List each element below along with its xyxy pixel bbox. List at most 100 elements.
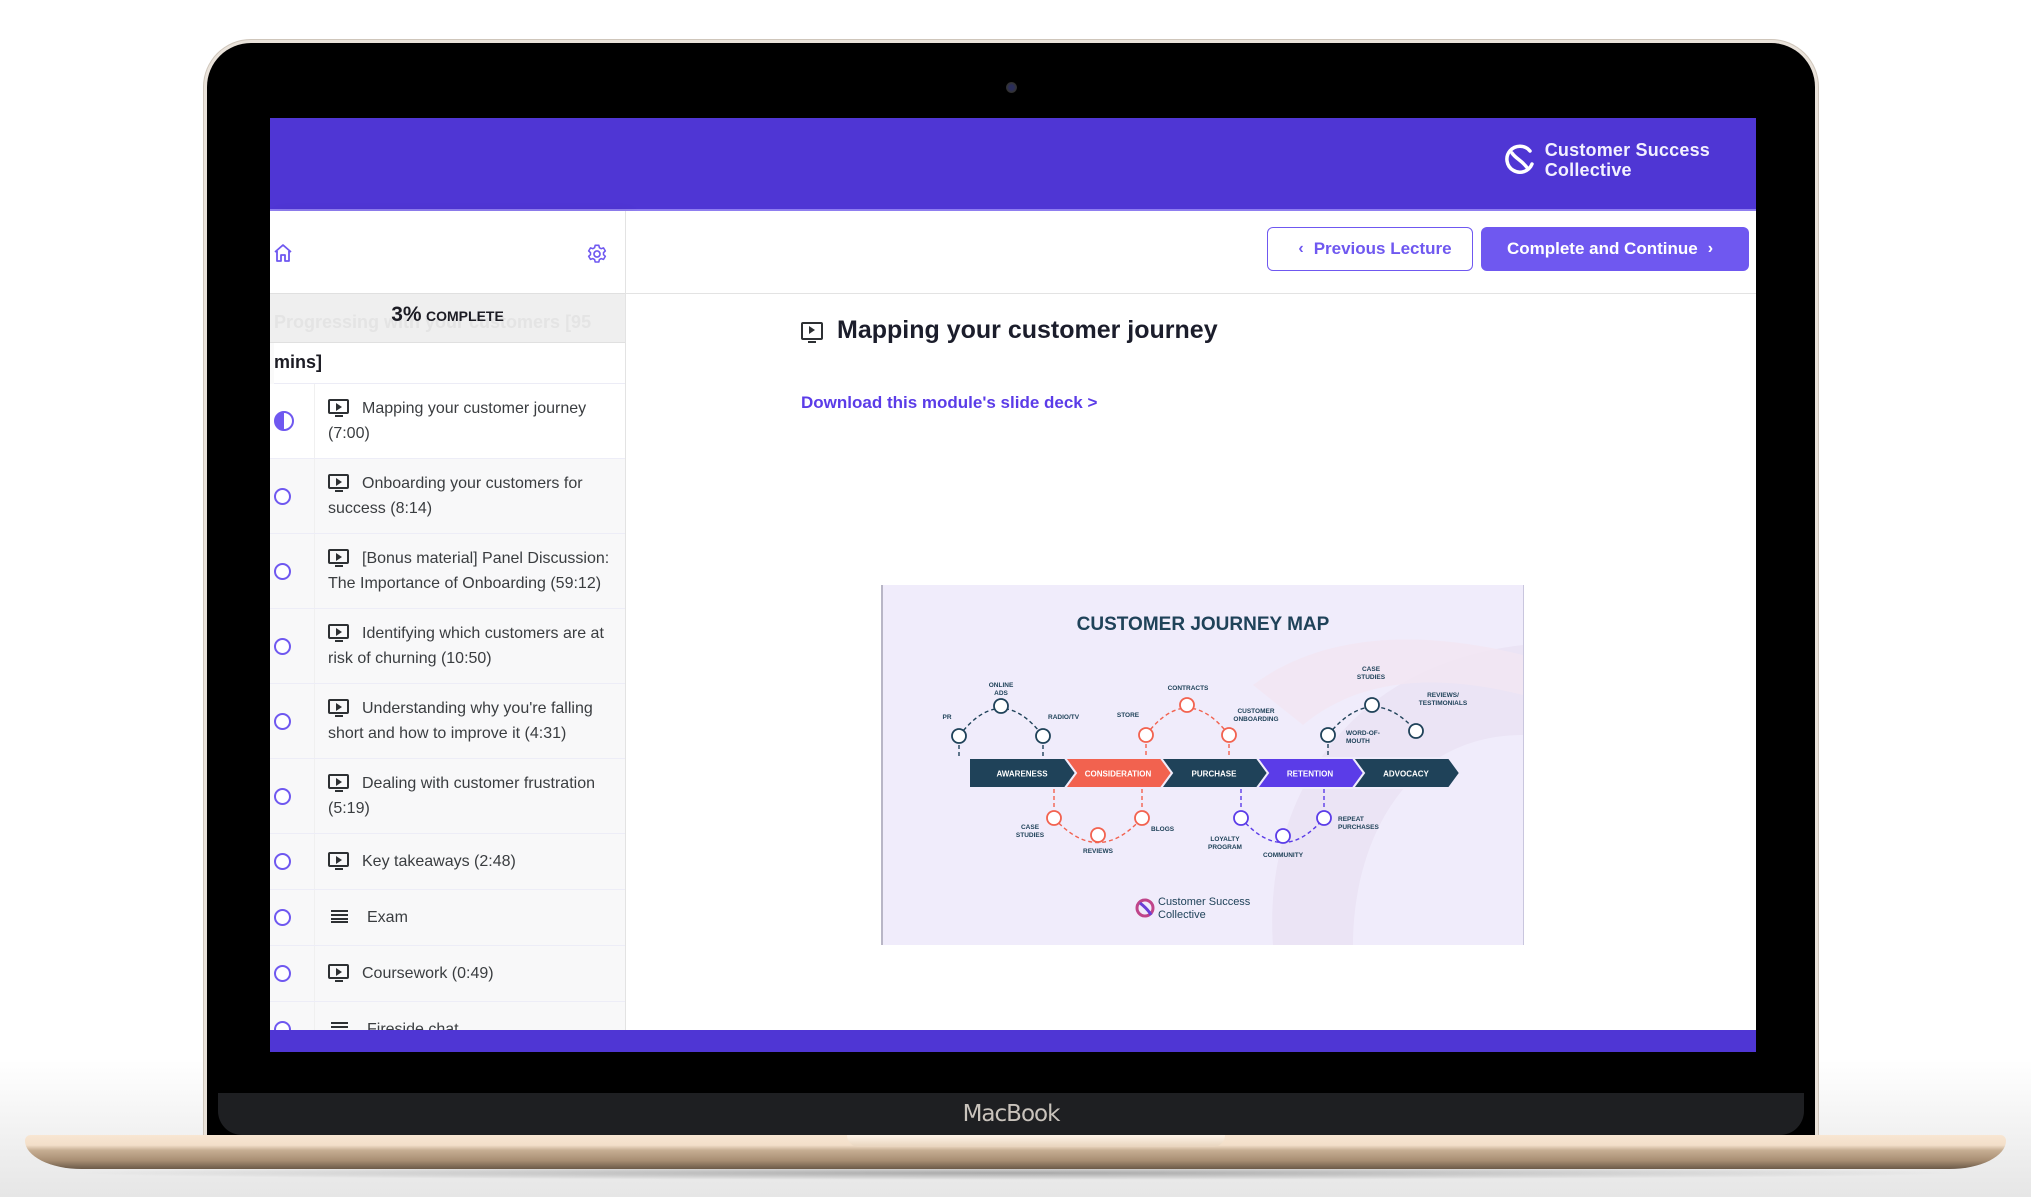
touchpoint-node <box>1233 810 1249 826</box>
touchpoint-node <box>1221 727 1237 743</box>
video-icon <box>328 852 349 870</box>
course-sidebar: Progressing with your customers [95 3% C… <box>270 211 626 1052</box>
slide-footer-brand: Customer Success Collective <box>1135 896 1251 921</box>
lecture-item[interactable]: Coursework (0:49) <box>270 946 625 1002</box>
incomplete-status-icon[interactable] <box>274 787 291 805</box>
course-progress: Progressing with your customers [95 3% C… <box>270 294 625 343</box>
gear-icon[interactable] <box>586 243 608 265</box>
touchpoint-label: BLOGS <box>1151 826 1175 833</box>
touchpoint-node <box>993 698 1009 714</box>
touchpoint-label: CUSTOMER ONBOARDING <box>1233 708 1278 723</box>
touchpoint-node <box>1320 727 1336 743</box>
lecture-list: Mapping your customer journey (7:00) Onb… <box>270 384 625 1052</box>
touchpoint-node <box>951 728 967 744</box>
lecture-label: Identifying which customers are at risk … <box>328 625 604 667</box>
incomplete-status-icon[interactable] <box>274 965 291 982</box>
lecture-item[interactable]: Key takeaways (2:48) <box>270 834 625 890</box>
touchpoint-node <box>1275 828 1291 844</box>
stage-label: ADVOCACY <box>1383 770 1429 779</box>
touchpoint-node <box>1179 697 1195 713</box>
camera-icon <box>1006 82 1017 93</box>
lecture-label: Exam <box>367 909 408 926</box>
touchpoint-node <box>1364 697 1380 713</box>
touchpoint-node <box>1090 827 1106 843</box>
section-title-tail: mins] <box>274 343 625 384</box>
video-icon <box>328 399 349 417</box>
progress-label: COMPLETE <box>426 308 504 324</box>
lecture-content: ‹ Previous Lecture Complete and Continue… <box>626 211 1756 1030</box>
lecture-item[interactable]: Mapping your customer journey (7:00) <box>270 384 625 459</box>
previous-lecture-button[interactable]: ‹ Previous Lecture <box>1267 227 1473 271</box>
lecture-label: Mapping your customer journey (7:00) <box>328 400 587 442</box>
lecture-item[interactable]: Exam <box>270 890 625 946</box>
incomplete-status-icon[interactable] <box>274 853 291 870</box>
journey-map-slide: CUSTOMER JOURNEY MAP AWARENESS CONSIDERAT… <box>881 585 1524 945</box>
touchpoint-label: RADIO/TV <box>1048 714 1080 721</box>
site-footer-bar <box>270 1030 1756 1052</box>
lecture-item[interactable]: Identifying which customers are at risk … <box>270 609 625 684</box>
text-lesson-icon <box>331 910 348 923</box>
touchpoint-node <box>1138 727 1154 743</box>
touchpoint-node <box>1046 810 1062 826</box>
video-icon <box>328 964 349 982</box>
video-icon <box>328 474 349 492</box>
touchpoint-label: ONLINE ADS <box>989 682 1014 697</box>
site-header: Customer Success Collective <box>270 118 1756 211</box>
sidebar-header <box>270 211 625 294</box>
progress-percent: 3% <box>391 303 422 326</box>
in-progress-status-icon[interactable] <box>274 411 294 431</box>
laptop-base-notch <box>847 1135 1225 1147</box>
lecture-item[interactable]: Understanding why you're falling short a… <box>270 684 625 759</box>
lecture-label: Coursework (0:49) <box>362 965 494 982</box>
chevron-left-icon: ‹ <box>1298 240 1304 257</box>
incomplete-status-icon[interactable] <box>274 637 291 655</box>
video-icon <box>328 549 349 567</box>
lecture-item[interactable]: Onboarding your customers for success (8… <box>270 459 625 534</box>
touchpoint-label: CONTRACTS <box>1168 685 1209 692</box>
incomplete-status-icon[interactable] <box>274 562 291 580</box>
touchpoint-label: STORE <box>1117 712 1140 719</box>
incomplete-status-icon[interactable] <box>274 712 291 730</box>
previous-lecture-label: Previous Lecture <box>1313 239 1452 258</box>
slide-footer-brand-line2: Collective <box>1158 909 1206 921</box>
video-icon <box>328 699 349 717</box>
download-slide-deck-link[interactable]: Download this module's slide deck > <box>801 393 1097 413</box>
lecture-heading: Mapping your customer journey <box>801 316 1218 345</box>
lecture-label: Key takeaways (2:48) <box>362 853 516 870</box>
video-icon <box>328 774 349 792</box>
stage-label: RETENTION <box>1287 770 1333 779</box>
lecture-label: Dealing with customer frustration (5:19) <box>328 775 595 817</box>
video-icon <box>328 624 349 642</box>
lecture-label: [Bonus material] Panel Discussion: The I… <box>328 550 610 592</box>
stage-label: AWARENESS <box>996 770 1048 779</box>
touchpoint-label: CASE STUDIES <box>1016 824 1045 839</box>
touchpoint-label: PR <box>942 714 951 721</box>
incomplete-status-icon[interactable] <box>274 909 291 926</box>
brand-logo[interactable]: Customer Success Collective <box>1503 140 1710 180</box>
browser-screen: Customer Success Collective Progressing … <box>270 118 1756 1052</box>
lecture-item[interactable]: Dealing with customer frustration (5:19) <box>270 759 625 834</box>
chevron-right-icon: › <box>1707 240 1714 257</box>
touchpoint-label: LOYALTY PROGRAM <box>1208 836 1242 851</box>
touchpoint-label: COMMUNITY <box>1263 852 1304 859</box>
laptop-chin: MacBook <box>218 1093 1804 1135</box>
slide-title: CUSTOMER JOURNEY MAP <box>1077 614 1330 635</box>
brand-mark-icon <box>1504 144 1534 174</box>
lecture-item[interactable]: [Bonus material] Panel Discussion: The I… <box>270 534 625 609</box>
touchpoint-node <box>1316 810 1332 826</box>
touchpoint-node <box>1134 810 1150 826</box>
laptop-base <box>25 1135 2006 1169</box>
device-label: MacBook <box>962 1101 1061 1127</box>
lecture-label: Onboarding your customers for success (8… <box>328 475 583 517</box>
complete-and-continue-button[interactable]: Complete and Continue › <box>1481 227 1749 271</box>
stage-label: PURCHASE <box>1192 770 1238 779</box>
lecture-label: Understanding why you're falling short a… <box>328 700 593 742</box>
stage-label: CONSIDERATION <box>1085 770 1152 779</box>
complete-and-continue-label: Complete and Continue <box>1506 239 1698 258</box>
video-icon <box>801 321 823 343</box>
lecture-title: Mapping your customer journey <box>837 316 1218 344</box>
journey-map-graphic: CUSTOMER JOURNEY MAP AWARENESS CONSIDERAT… <box>942 614 1523 945</box>
brand-name-line2: Collective <box>1544 160 1632 180</box>
incomplete-status-icon[interactable] <box>274 487 291 505</box>
home-icon[interactable] <box>273 243 293 263</box>
